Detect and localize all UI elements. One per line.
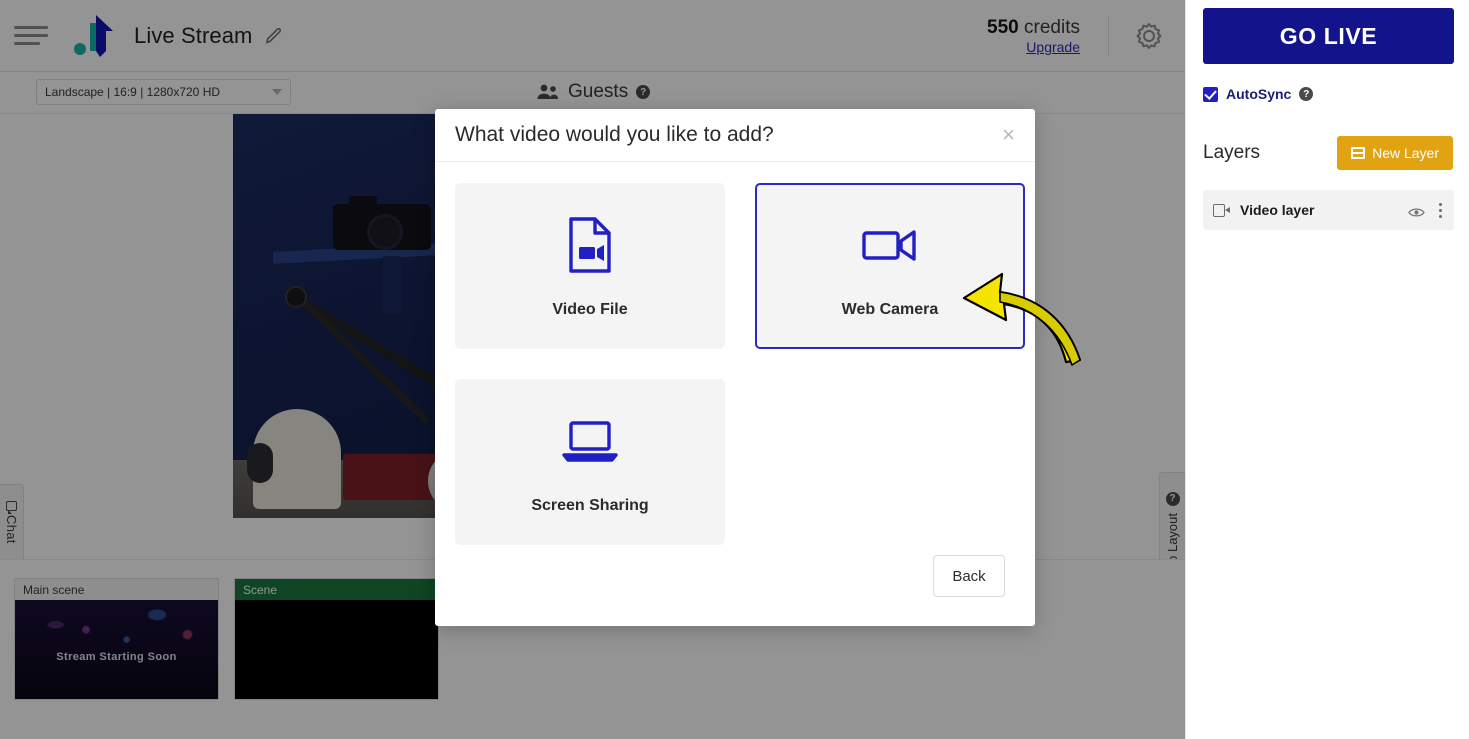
eye-icon[interactable] (1408, 205, 1425, 217)
layers-title: Layers (1203, 142, 1261, 163)
new-layer-label: New Layer (1372, 145, 1439, 161)
close-icon[interactable]: × (1002, 123, 1015, 146)
live-stream-studio: Live Stream 550 credits Upgrade Landscap… (0, 0, 1469, 739)
modal-footer: Back (435, 545, 1035, 626)
video-camera-icon (1213, 203, 1230, 217)
video-source-options: Video File Web Camera Screen Sharing (455, 182, 1025, 545)
autosync-label: AutoSync (1226, 86, 1292, 102)
option-web-camera[interactable]: Web Camera (755, 182, 1025, 349)
option-label: Web Camera (841, 300, 939, 318)
autosync-row: AutoSync ? (1203, 86, 1314, 102)
option-label: Video File (552, 300, 628, 318)
layer-actions (1408, 201, 1444, 220)
add-video-modal: What video would you like to add? × Vide… (435, 109, 1035, 626)
video-file-icon (567, 213, 613, 277)
option-label: Screen Sharing (531, 496, 649, 514)
layer-name: Video layer (1240, 202, 1315, 218)
layers-header: Layers New Layer (1186, 128, 1469, 178)
option-screen-sharing[interactable]: Screen Sharing (455, 378, 725, 545)
new-layer-button[interactable]: New Layer (1337, 136, 1453, 170)
autosync-checkbox[interactable] (1203, 86, 1218, 102)
modal-body: Video File Web Camera Screen Sharing (435, 162, 1035, 545)
web-camera-icon (861, 213, 919, 277)
layer-list-item[interactable]: Video layer (1203, 190, 1454, 230)
option-video-file[interactable]: Video File (455, 182, 725, 349)
laptop-screen-icon (562, 409, 618, 473)
kebab-menu-icon[interactable] (1437, 201, 1444, 220)
add-layer-icon (1351, 147, 1366, 159)
go-live-button[interactable]: GO LIVE (1203, 8, 1454, 64)
modal-header: What video would you like to add? × (435, 109, 1035, 162)
right-panel: GO LIVE AutoSync ? Layers New Layer Vide… (1185, 0, 1469, 739)
modal-title: What video would you like to add? (455, 122, 774, 146)
back-button[interactable]: Back (933, 555, 1005, 598)
autosync-help-icon[interactable]: ? (1299, 87, 1314, 101)
